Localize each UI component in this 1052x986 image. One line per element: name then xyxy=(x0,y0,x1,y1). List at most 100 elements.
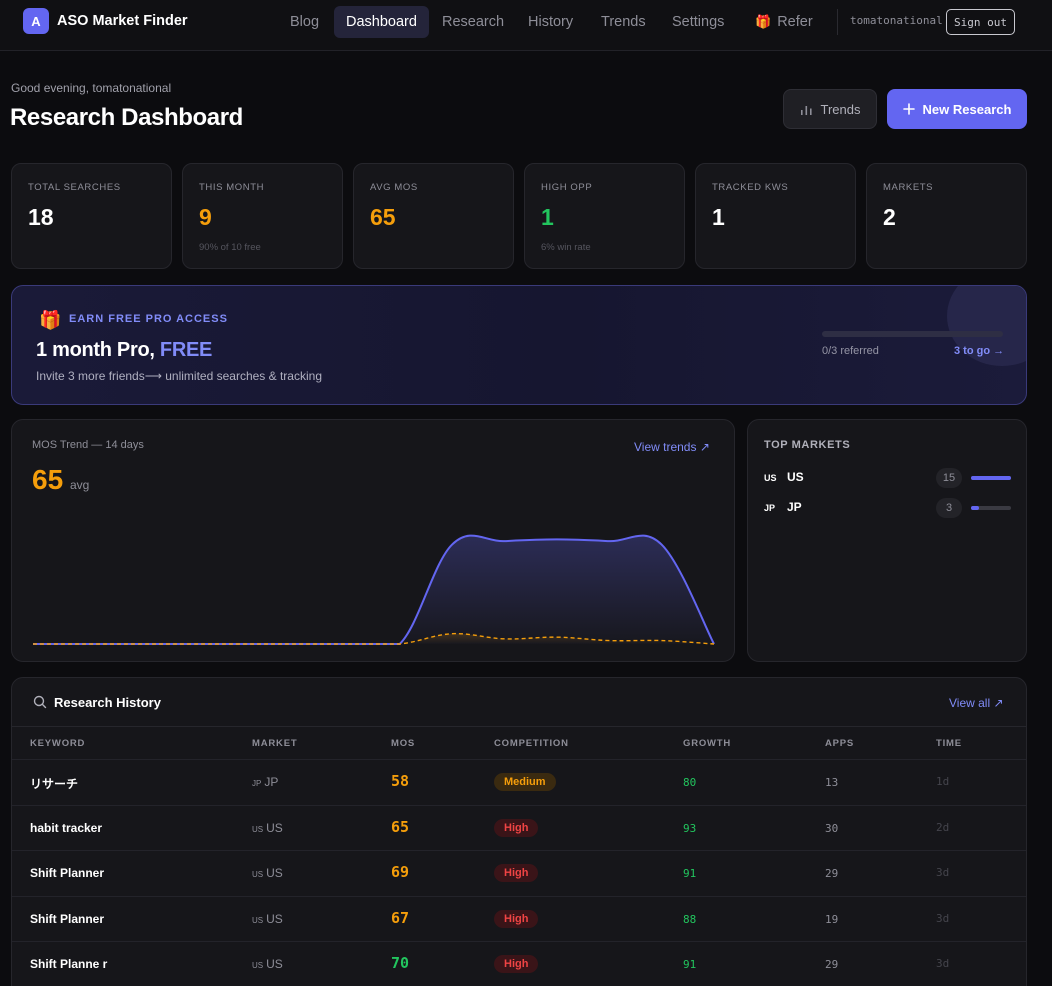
market-bar xyxy=(971,506,1011,510)
cell-growth: 80 xyxy=(683,776,697,789)
gift-icon: 🎁 xyxy=(39,310,62,330)
stat-label: HIGH OPP xyxy=(541,182,593,193)
market-name: US xyxy=(266,820,283,835)
app-name[interactable]: ASO Market Finder xyxy=(57,13,188,29)
cell-keyword: habit tracker xyxy=(30,820,103,835)
column-header-mos[interactable]: MOS xyxy=(391,738,415,749)
market-code: US xyxy=(764,473,777,483)
trends-button[interactable]: Trends xyxy=(783,89,877,129)
top-markets-title: TOP MARKETS xyxy=(764,439,851,451)
column-header-apps[interactable]: APPS xyxy=(825,738,854,749)
cell-growth: 93 xyxy=(683,821,697,835)
cell-apps: 13 xyxy=(825,776,839,789)
cell-keyword: Shift Planner xyxy=(30,866,105,880)
country-code: US xyxy=(252,961,264,970)
sign-out-button[interactable]: Sign out xyxy=(946,9,1015,35)
research-history-panel: Research History View all ↗ KEYWORD MARK… xyxy=(11,677,1027,986)
column-header-time[interactable]: TIME xyxy=(936,738,962,749)
new-research-label: New Research xyxy=(922,101,1012,117)
referral-title: 1 month Pro, FREE xyxy=(36,339,212,362)
table-row[interactable]: リサーチ JP JP 58 Medium 80 13 1d xyxy=(12,759,1026,805)
table-row[interactable]: habit tracker US US 65 High 93 30 2d xyxy=(12,804,1026,851)
column-header-competition[interactable]: COMPETITION xyxy=(494,738,569,749)
cell-market: US US xyxy=(252,866,283,880)
mos-trend-chart xyxy=(33,534,715,645)
market-count: 15 xyxy=(936,468,962,488)
stat-value: 1 xyxy=(712,204,725,230)
nav-dashboard[interactable]: Dashboard xyxy=(334,6,429,38)
country-code: JP xyxy=(252,779,262,788)
series-area-1 xyxy=(33,535,714,644)
table-row[interactable]: Shift Planne r US US 70 High 91 29 3d xyxy=(12,941,1026,986)
stat-card-markets: MARKETS 2 xyxy=(866,163,1027,269)
referral-progress-bar xyxy=(822,331,1003,337)
market-count: 3 xyxy=(936,498,962,518)
column-header-keyword[interactable]: KEYWORD xyxy=(30,738,85,749)
table-row[interactable]: Shift Planner US US 67 High 88 19 3d xyxy=(12,895,1026,942)
stat-sub: 6% win rate xyxy=(541,242,591,253)
cell-apps: 29 xyxy=(825,867,839,880)
referral-banner[interactable]: 🎁 EARN FREE PRO ACCESS 1 month Pro, FREE… xyxy=(11,285,1027,405)
nav-refer-label: Refer xyxy=(777,14,813,30)
nav-settings[interactable]: Settings xyxy=(660,6,736,38)
page-title: Research Dashboard xyxy=(10,104,243,131)
stat-card-avg-mos: AVG MOS 65 xyxy=(353,163,514,269)
referral-title-highlight: FREE xyxy=(159,339,213,361)
market-name: US xyxy=(787,470,804,484)
stat-card-this-month: THIS MONTH 9 90% of 10 free xyxy=(182,163,343,269)
plus-icon xyxy=(902,103,915,115)
market-row-us[interactable]: US US 15 xyxy=(764,468,1012,488)
nav-blog[interactable]: Blog xyxy=(278,6,331,38)
stat-label: TOTAL SEARCHES xyxy=(28,182,121,193)
trends-button-label: Trends xyxy=(820,101,861,117)
nav-trends[interactable]: Trends xyxy=(589,6,658,38)
nav-research[interactable]: Research xyxy=(430,6,516,38)
stat-label: MARKETS xyxy=(883,182,934,193)
cell-apps: 29 xyxy=(825,958,839,971)
country-code: US xyxy=(252,915,264,925)
column-header-market[interactable]: MARKET xyxy=(252,738,297,749)
nav-history[interactable]: History xyxy=(516,6,585,38)
competition-badge: High xyxy=(494,818,539,837)
new-research-button[interactable]: New Research xyxy=(887,89,1027,129)
competition-badge: Medium xyxy=(494,773,556,791)
history-title: Research History xyxy=(54,695,161,710)
market-row-jp[interactable]: JP JP 3 xyxy=(764,498,1012,518)
nav-refer[interactable]: 🎁 Refer xyxy=(743,6,825,38)
cell-mos: 69 xyxy=(391,863,410,881)
history-header: Research History View all ↗ xyxy=(12,678,1026,727)
column-header-growth[interactable]: GROWTH xyxy=(683,738,731,749)
table-row[interactable]: Shift Planner US US 69 High 91 29 3d xyxy=(12,850,1026,896)
view-all-link[interactable]: View all ↗ xyxy=(949,696,1004,710)
referral-eyebrow: EARN FREE PRO ACCESS xyxy=(69,313,228,325)
stat-value: 9 xyxy=(199,204,212,230)
cell-time: 2d xyxy=(936,820,950,834)
market-bar-fill xyxy=(971,506,979,510)
market-name: US xyxy=(266,911,283,926)
stat-value: 65 xyxy=(370,204,396,230)
top-markets-panel: TOP MARKETS US US 15 JP JP 3 xyxy=(747,419,1027,662)
market-code: JP xyxy=(764,503,776,513)
username: tomatonational xyxy=(850,14,943,27)
country-code: US xyxy=(252,870,264,879)
cell-time: 1d xyxy=(936,775,950,788)
cell-apps: 30 xyxy=(825,821,839,835)
referral-description: Invite 3 more friends⟶ unlimited searche… xyxy=(36,369,322,383)
stat-value: 18 xyxy=(28,204,54,230)
market-name: JP xyxy=(787,500,802,514)
cell-market: US US xyxy=(252,821,283,835)
referral-to-go-link[interactable]: 3 to go → xyxy=(954,345,1004,357)
search-icon xyxy=(33,695,47,709)
stat-card-high-opp: HIGH OPP 1 6% win rate xyxy=(524,163,685,269)
app-logo[interactable]: A xyxy=(23,8,49,34)
stat-value: 1 xyxy=(541,204,554,230)
cell-time: 3d xyxy=(936,957,950,970)
market-name: US xyxy=(266,866,283,880)
gift-icon: 🎁 xyxy=(755,14,772,29)
stat-label: TRACKED KWS xyxy=(712,182,789,193)
cell-apps: 19 xyxy=(825,912,839,926)
cell-growth: 88 xyxy=(683,912,697,926)
cell-growth: 91 xyxy=(683,958,697,971)
bar-chart-icon xyxy=(800,105,812,115)
cell-time: 3d xyxy=(936,866,950,879)
